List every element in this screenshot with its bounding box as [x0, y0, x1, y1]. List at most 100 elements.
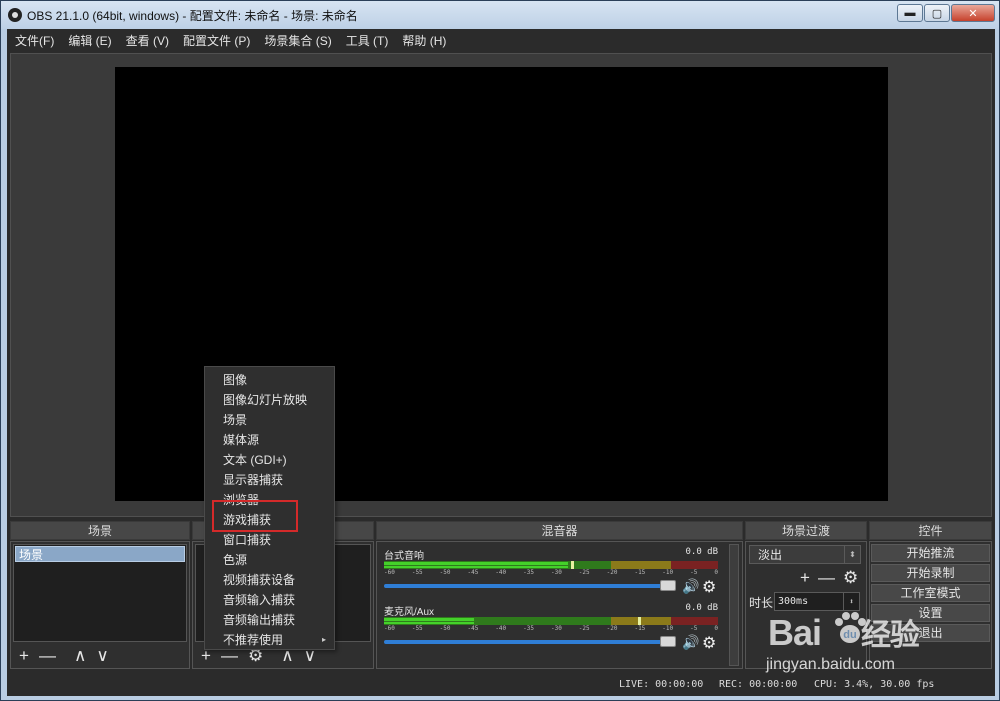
track-name: 台式音响: [384, 551, 424, 562]
remove-scene-icon[interactable]: —: [39, 646, 56, 666]
meter-tick-label: -40: [495, 625, 507, 632]
meter-tick-label: -60: [384, 569, 395, 576]
meter-tick-label: -35: [523, 625, 534, 632]
track-volume-db: 0.0 dB: [685, 603, 718, 613]
menu-item-scene[interactable]: 场景: [205, 410, 334, 430]
live-status: LIVE: 00:00:00: [619, 679, 704, 690]
meter-tick-label: -25: [578, 625, 590, 632]
move-scene-up-icon[interactable]: ∧: [74, 646, 86, 666]
menu-item-text-gdi[interactable]: 文本 (GDI+): [205, 450, 334, 470]
scenes-dock: 场景 + — ∧ ∨: [10, 541, 190, 669]
baidu-paw-icon: du: [835, 612, 866, 643]
menu-scene-collection[interactable]: 场景集合 (S): [259, 32, 336, 49]
meter-tick-label: -30: [550, 569, 562, 576]
preview-area: [10, 53, 992, 517]
title-bar[interactable]: OBS 21.1.0 (64bit, windows) - 配置文件: 未命名 …: [1, 1, 999, 29]
meter-tick-label: -10: [662, 625, 674, 632]
svg-text:du: du: [843, 629, 856, 641]
menu-item-image[interactable]: 图像: [205, 370, 334, 390]
menu-item-deprecated-label: 不推荐使用: [223, 633, 284, 647]
track-volume-db: 0.0 dB: [685, 547, 718, 557]
mixer-scrollbar[interactable]: [729, 544, 739, 666]
meter-tick-label: -50: [439, 625, 451, 632]
scenes-dock-title: 场景: [10, 521, 190, 540]
transition-properties-gear-icon[interactable]: ⚙: [843, 568, 858, 588]
meter-tick-label: -25: [578, 569, 590, 576]
maximize-button[interactable]: ▢: [924, 4, 950, 22]
meter-tick-label: -50: [439, 569, 451, 576]
meter-tick-label: -55: [411, 625, 423, 632]
add-transition-icon[interactable]: +: [800, 568, 810, 588]
start-recording-button[interactable]: 开始录制: [871, 564, 990, 582]
start-streaming-button[interactable]: 开始推流: [871, 544, 990, 562]
menu-item-image-slideshow[interactable]: 图像幻灯片放映: [205, 390, 334, 410]
chevron-down-icon: ⬍: [844, 546, 860, 563]
menu-item-audio-input-capture[interactable]: 音频输入捕获: [205, 590, 334, 610]
menu-profile[interactable]: 配置文件 (P): [178, 32, 255, 49]
obs-main: 文件(F) 编辑 (E) 查看 (V) 配置文件 (P) 场景集合 (S) 工具…: [7, 29, 995, 696]
meter-tick-label: -35: [523, 569, 534, 576]
speaker-icon[interactable]: 🔊: [682, 578, 699, 595]
menu-item-audio-output-capture[interactable]: 音频输出捕获: [205, 610, 334, 630]
menu-item-video-capture-device[interactable]: 视频捕获设备: [205, 570, 334, 590]
add-scene-icon[interactable]: +: [19, 646, 29, 666]
baidu-watermark: Bai 经验 du jingyan.baidu.com: [758, 600, 998, 700]
remove-transition-icon[interactable]: —: [818, 568, 835, 588]
menu-file[interactable]: 文件(F): [10, 32, 59, 49]
move-scene-down-icon[interactable]: ∨: [96, 646, 108, 666]
mixer-dock: 台式音响 0.0 dB -60 -55 -50 -45 -40 -35 -30 -25 -20 -…: [376, 541, 743, 669]
gear-icon[interactable]: ⚙: [702, 633, 716, 653]
window-controls: ▬ ▢ ✕: [897, 4, 995, 22]
meter-ticks: -60 -55 -50 -45 -40 -35 -30 -25 -20 -15 -10 -5 0: [384, 569, 718, 579]
close-button[interactable]: ✕: [951, 4, 995, 22]
menu-item-color-source[interactable]: 色源: [205, 550, 334, 570]
window-title: OBS 21.1.0 (64bit, windows) - 配置文件: 未命名 …: [27, 8, 358, 23]
meter-tick-label: -20: [606, 569, 618, 576]
controls-dock-title: 控件: [869, 521, 992, 540]
menu-item-display-capture[interactable]: 显示器捕获: [205, 470, 334, 490]
meter-tick-label: -20: [606, 625, 618, 632]
volume-slider-handle[interactable]: [660, 636, 676, 647]
scenes-toolbar: + — ∧ ∨: [19, 646, 109, 666]
meter-tick-label: -15: [634, 625, 646, 632]
meter-tick-label: -15: [634, 569, 646, 576]
baidu-url: jingyan.baidu.com: [766, 656, 895, 673]
menu-item-window-capture[interactable]: 窗口捕获: [205, 530, 334, 550]
transition-select-value: 淡出: [758, 548, 783, 562]
transition-select[interactable]: 淡出 ⬍: [749, 545, 861, 564]
meter-tick-label: -30: [550, 625, 562, 632]
mixer-dock-title: 混音器: [376, 521, 743, 540]
speaker-icon[interactable]: 🔊: [682, 634, 699, 651]
scenes-list[interactable]: 场景: [13, 544, 187, 642]
volume-meter: [384, 561, 718, 569]
menu-edit[interactable]: 编辑 (E): [63, 32, 116, 49]
obs-window: OBS 21.1.0 (64bit, windows) - 配置文件: 未命名 …: [0, 0, 1000, 701]
submenu-arrow-icon: ▸: [321, 635, 326, 644]
menu-item-media-source[interactable]: 媒体源: [205, 430, 334, 450]
meter-tick-label: -45: [467, 569, 479, 576]
gear-icon[interactable]: ⚙: [702, 577, 716, 597]
volume-meter: [384, 617, 718, 625]
transitions-toolbar: + — ⚙: [800, 568, 858, 588]
meter-tick-label: -10: [662, 569, 674, 576]
scene-item[interactable]: 场景: [15, 546, 185, 562]
meter-tick-label: -40: [495, 569, 507, 576]
volume-slider[interactable]: [384, 580, 676, 591]
obs-logo-icon: [8, 8, 22, 22]
mixer-track-mic-aux: 麦克风/Aux 0.0 dB -60 -55 -50 -45 -40 -35 -30 -25 -…: [382, 603, 722, 652]
meter-tick-label: -55: [411, 569, 423, 576]
track-name: 麦克风/Aux: [384, 607, 435, 618]
menu-item-deprecated[interactable]: 不推荐使用 ▸: [205, 630, 334, 650]
menu-tools[interactable]: 工具 (T): [341, 32, 394, 49]
volume-slider[interactable]: [384, 636, 676, 647]
meter-ticks: -60 -55 -50 -45 -40 -35 -30 -25 -20 -15 -10 -5 0: [384, 625, 718, 635]
menu-bar: 文件(F) 编辑 (E) 查看 (V) 配置文件 (P) 场景集合 (S) 工具…: [7, 29, 995, 51]
meter-tick-label: -45: [467, 625, 479, 632]
menu-view[interactable]: 查看 (V): [121, 32, 174, 49]
menu-help[interactable]: 帮助 (H): [397, 32, 451, 49]
mixer-track-desktop-audio: 台式音响 0.0 dB -60 -55 -50 -45 -40 -35 -30 -25 -20 -…: [382, 547, 722, 596]
transitions-dock-title: 场景过渡: [745, 521, 867, 540]
meter-tick-label: -60: [384, 625, 395, 632]
minimize-button[interactable]: ▬: [897, 4, 923, 22]
volume-slider-handle[interactable]: [660, 580, 676, 591]
